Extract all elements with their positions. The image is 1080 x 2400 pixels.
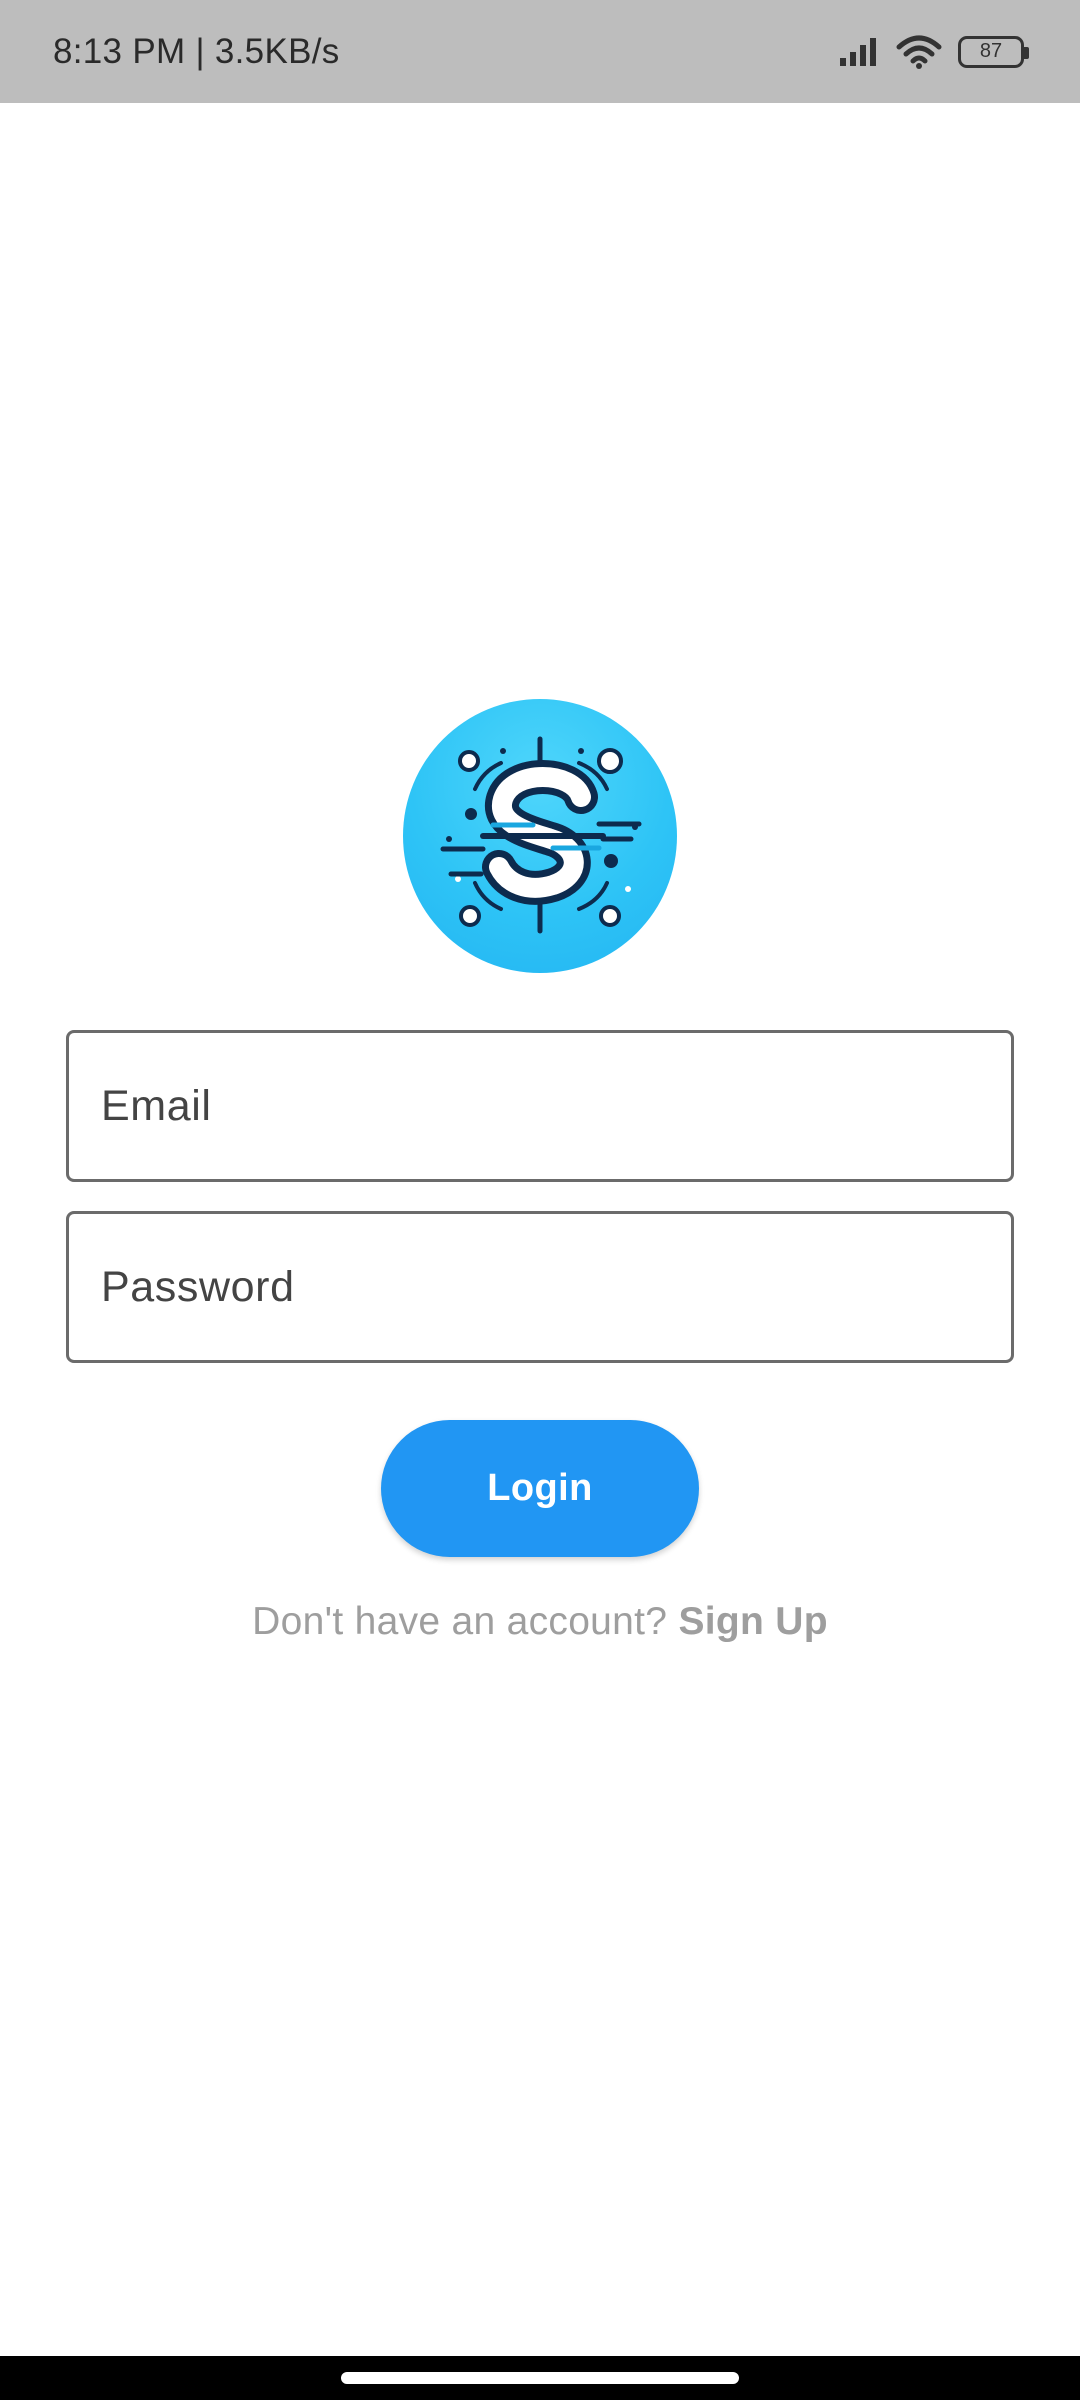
dollar-s-logo-icon: [440, 736, 642, 934]
status-bar: 8:13 PM | 3.5KB/s 87: [0, 0, 1080, 103]
signup-prompt-text: Don't have an account?: [252, 1600, 679, 1643]
system-nav-bar: [0, 2356, 1080, 2400]
signal-icon: [838, 37, 880, 67]
email-field[interactable]: [66, 1030, 1014, 1182]
email-input[interactable]: [101, 1033, 1011, 1179]
status-icons: 87: [838, 35, 1029, 69]
sign-up-link[interactable]: Sign Up: [678, 1600, 827, 1643]
app-logo: [403, 699, 677, 973]
home-indicator[interactable]: [341, 2372, 739, 2384]
password-input[interactable]: [101, 1214, 1011, 1360]
status-time-speed: 8:13 PM | 3.5KB/s: [53, 31, 340, 71]
password-field[interactable]: [66, 1211, 1014, 1363]
battery-level: 87: [979, 40, 1003, 62]
battery-icon: 87: [958, 35, 1029, 68]
signup-prompt-line: Don't have an account? Sign Up: [0, 1600, 1080, 1644]
login-button[interactable]: Login: [381, 1420, 699, 1557]
wifi-icon: [896, 35, 942, 69]
